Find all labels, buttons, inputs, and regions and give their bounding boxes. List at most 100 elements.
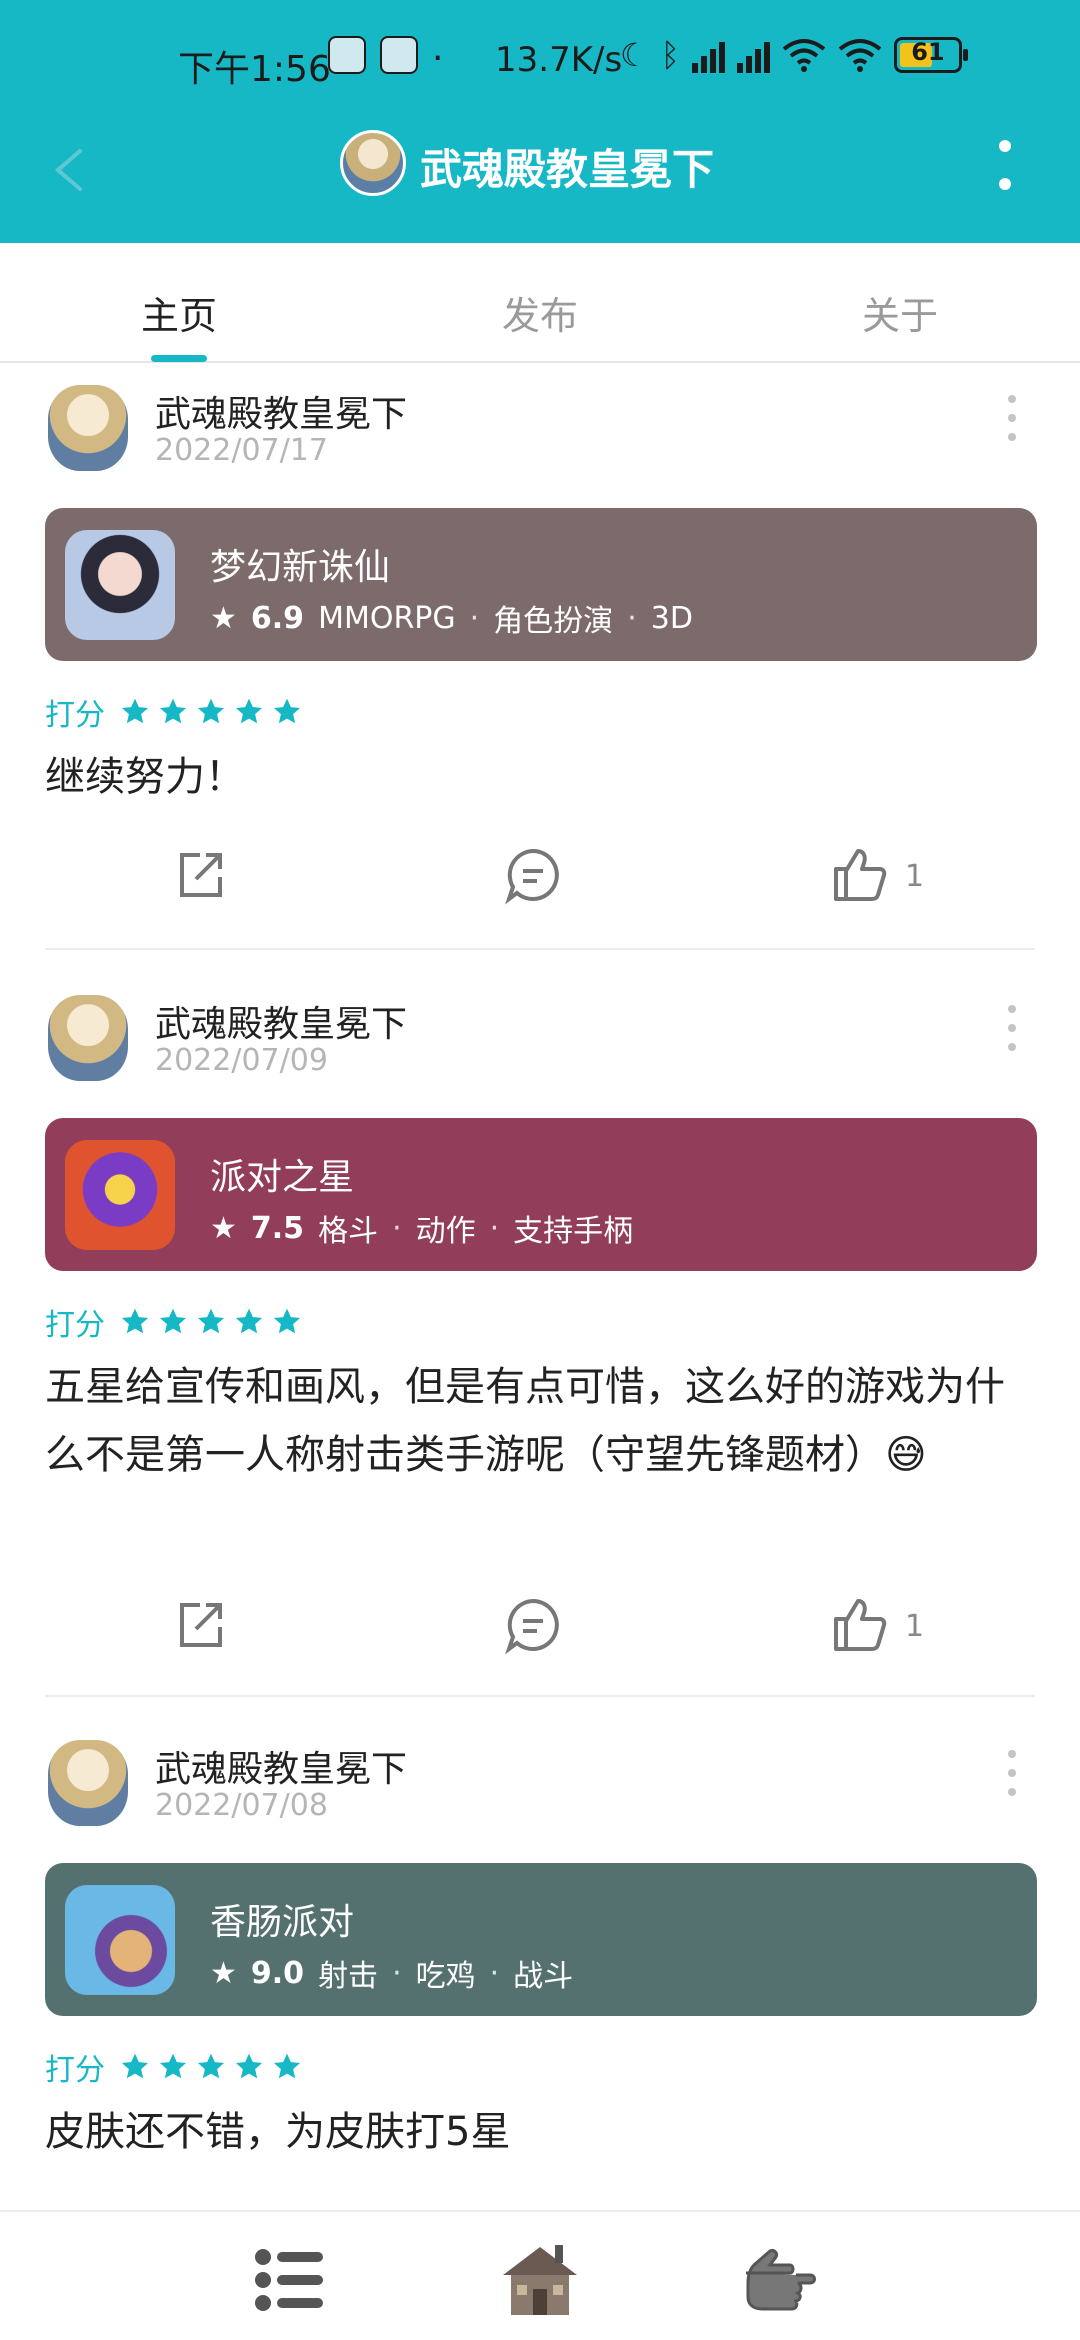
game-tag: 角色扮演 [493, 604, 614, 639]
moon-icon: ☾ [620, 36, 649, 74]
review-text[interactable]: 五星给宣传和画风，但是有点可惜，这么好的游戏为什么不是第一人称射击类手游呢（守望… [45, 1353, 1035, 1489]
back-button[interactable] [40, 140, 100, 200]
pointing-hand-icon [746, 2249, 816, 2311]
star-icon [197, 698, 225, 724]
rating-row: 打分 [45, 1300, 303, 1344]
tag-separator: · [489, 1210, 500, 1246]
star-icon [273, 1308, 301, 1334]
game-card[interactable]: 梦幻新诛仙 ★ 6.9 MMORPG · 角色扮演 · 3D [45, 508, 1037, 661]
game-name: 香肠派对 [210, 1902, 355, 1943]
post-author[interactable]: 武魂殿教皇冕下 [155, 995, 407, 1047]
nav-list-button[interactable] [240, 2232, 340, 2328]
post-more-button[interactable] [1005, 1005, 1019, 1051]
thumb-up-icon [834, 1599, 887, 1651]
game-meta: ★ 6.9 MMORPG · 角色扮演 · 3D [210, 596, 693, 640]
tag-separator: · [392, 1210, 402, 1246]
review-text[interactable]: 继续努力！ [45, 743, 1035, 811]
status-time: 下午1:56 [178, 49, 331, 90]
status-right-icons: ☾ ᛒ 61 [620, 36, 968, 74]
status-bar: 下午1:56 · 13.7K/s ☾ ᛒ 61 [0, 0, 1080, 120]
game-card[interactable]: 派对之星 ★ 7.5 格斗 · 动作 · 支持手柄 [45, 1118, 1037, 1271]
post-author[interactable]: 武魂殿教皇冕下 [155, 385, 407, 437]
list-icon [255, 2249, 323, 2311]
game-icon [65, 1140, 175, 1250]
game-tag: 3D [650, 600, 693, 636]
post-date: 2022/07/17 [155, 433, 328, 468]
rating-stars [119, 1306, 303, 1338]
share-icon [180, 1603, 222, 1647]
network-speed: 13.7K/s [495, 40, 623, 80]
post-more-button[interactable] [1005, 1750, 1019, 1796]
avatar[interactable] [48, 385, 128, 471]
tab-home[interactable]: 主页 [79, 285, 279, 340]
battery-icon: 61 [893, 37, 968, 73]
share-button[interactable] [170, 845, 240, 915]
post-actions: 1 [0, 1595, 1080, 1675]
share-button[interactable] [170, 1595, 240, 1665]
bottom-navigation [0, 2210, 1080, 2340]
game-tag: 吃鸡 [415, 1959, 476, 1994]
comment-icon [505, 1598, 559, 1655]
wifi-icon [782, 39, 826, 72]
rating-label: 打分 [45, 2053, 105, 2088]
cabin-icon [503, 2245, 577, 2315]
game-tag: 射击 [318, 1959, 379, 1994]
comment-icon [505, 848, 559, 905]
status-separator: · [432, 38, 444, 79]
like-button[interactable] [828, 845, 898, 915]
like-count: 1 [905, 1609, 925, 1644]
star-icon [197, 1308, 225, 1334]
like-button[interactable] [828, 1595, 898, 1665]
tag-separator: · [489, 1955, 500, 1991]
star-icon [235, 1308, 263, 1334]
tag-separator: · [627, 600, 637, 636]
review-text[interactable]: 皮肤还不错，为皮肤打5星 [45, 2098, 1035, 2166]
game-score: 9.0 [250, 1955, 305, 1991]
game-icon [65, 1885, 175, 1995]
hd-signal-icon [736, 37, 770, 73]
game-card[interactable]: 香肠派对 ★ 9.0 射击 · 吃鸡 · 战斗 [45, 1863, 1037, 2016]
game-tag: 战斗 [513, 1959, 574, 1994]
star-icon [197, 2053, 225, 2079]
rating-row: 打分 [45, 2045, 303, 2089]
avatar[interactable] [48, 995, 128, 1081]
nav-me-button[interactable] [735, 2232, 835, 2328]
tab-indicator [151, 355, 207, 362]
app-notification-icon [328, 36, 366, 74]
star-icon [121, 2053, 149, 2079]
rating-row: 打分 [45, 690, 303, 734]
tab-posts[interactable]: 发布 [440, 285, 640, 340]
star-icon [235, 2053, 263, 2079]
rating-stars [119, 2051, 303, 2083]
more-options-button[interactable] [990, 140, 1020, 190]
star-icon [273, 2053, 301, 2079]
wifi6-icon [838, 39, 882, 72]
game-tag: MMORPG [318, 600, 456, 636]
post-author[interactable]: 武魂殿教皇冕下 [155, 1740, 407, 1792]
game-score: 7.5 [250, 1210, 305, 1246]
game-name: 派对之星 [210, 1157, 355, 1198]
star-icon: ★ [210, 600, 237, 636]
tab-about[interactable]: 关于 [800, 285, 1000, 340]
star-icon [235, 698, 263, 724]
app-notification-icon [380, 36, 418, 74]
comment-button[interactable] [503, 845, 573, 915]
bluetooth-icon: ᛒ [660, 36, 680, 74]
rating-label: 打分 [45, 1308, 105, 1343]
comment-button[interactable] [503, 1595, 573, 1665]
game-tag: 动作 [415, 1214, 476, 1249]
nav-home-button[interactable] [490, 2232, 590, 2328]
star-icon [273, 698, 301, 724]
rating-stars [119, 696, 303, 728]
hd-signal-icon [691, 37, 725, 73]
post-divider [45, 948, 1035, 950]
avatar[interactable] [48, 1740, 128, 1826]
avatar[interactable] [340, 130, 406, 196]
battery-level: 61 [911, 38, 945, 66]
game-meta: ★ 7.5 格斗 · 动作 · 支持手柄 [210, 1206, 633, 1250]
post-more-button[interactable] [1005, 395, 1019, 441]
like-count: 1 [905, 859, 925, 894]
star-icon [159, 698, 187, 724]
tag-separator: · [392, 1955, 402, 1991]
page-title: 武魂殿教皇冕下 [420, 145, 715, 194]
